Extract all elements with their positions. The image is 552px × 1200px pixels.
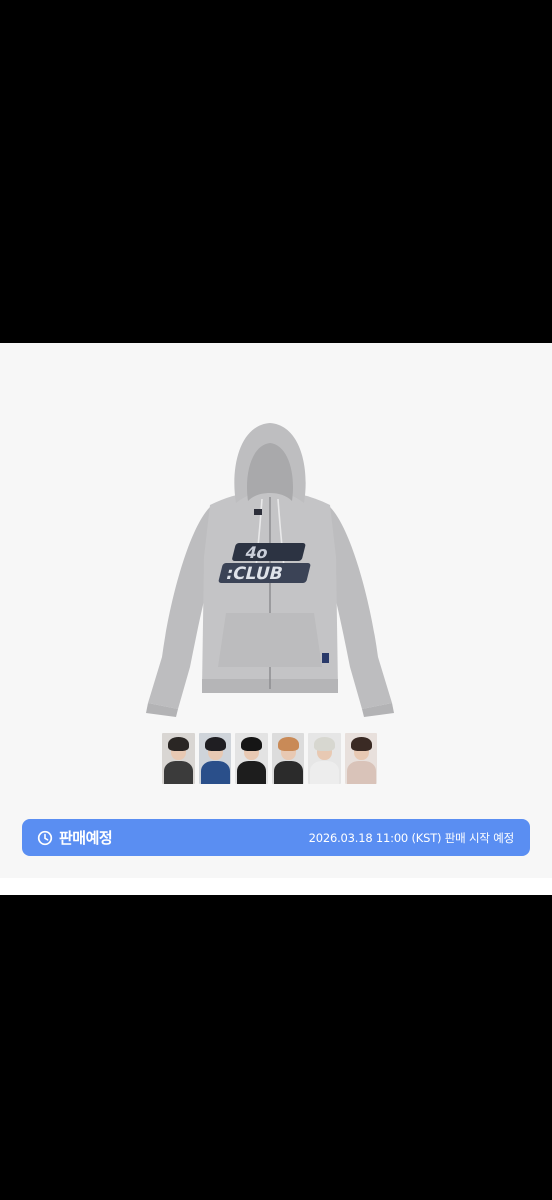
photocard-outfit — [200, 761, 230, 784]
photocard-outfit — [310, 761, 339, 784]
product-panel: 4o :CLUB 판매예정 2026.03.18 11:00 (KST) 판매 … — [0, 343, 552, 878]
sale-status-bar[interactable]: 판매예정 2026.03.18 11:00 (KST) 판매 시작 예정 — [22, 819, 530, 856]
photocard-thumbnail[interactable] — [235, 733, 268, 784]
photocard-hair — [241, 737, 262, 751]
photocard-hair — [204, 737, 226, 751]
hoodie-illustration: 4o :CLUB — [146, 423, 394, 717]
bottom-black-band — [0, 895, 552, 1200]
photocard-outfit — [237, 761, 266, 784]
photocard-thumbnail[interactable] — [198, 733, 231, 784]
photocard-outfit — [273, 761, 303, 784]
photocard-thumbnail[interactable] — [344, 733, 377, 784]
white-divider-band — [0, 878, 552, 895]
photocard-list — [162, 733, 377, 784]
photocard-hair — [314, 737, 335, 751]
photocard-thumbnail[interactable] — [271, 733, 304, 784]
hoodie-graphic-line2: :CLUB — [224, 564, 285, 584]
photocard-outfit — [346, 761, 376, 784]
photocard-thumbnail[interactable] — [308, 733, 341, 784]
photocard-hair — [350, 737, 372, 751]
sale-start-date: 2026.03.18 11:00 (KST) 판매 시작 예정 — [308, 830, 515, 845]
photocard-thumbnail[interactable] — [162, 733, 195, 784]
hoodie-product-image[interactable]: 4o :CLUB — [140, 417, 400, 717]
sale-status-label: 판매예정 — [59, 829, 113, 847]
top-black-band — [0, 0, 552, 343]
clock-icon — [37, 830, 53, 845]
hoodie-graphic-line1: 4o — [243, 543, 270, 562]
photocard-hair — [168, 737, 189, 751]
photocard-hair — [277, 737, 299, 751]
photocard-outfit — [164, 761, 193, 784]
